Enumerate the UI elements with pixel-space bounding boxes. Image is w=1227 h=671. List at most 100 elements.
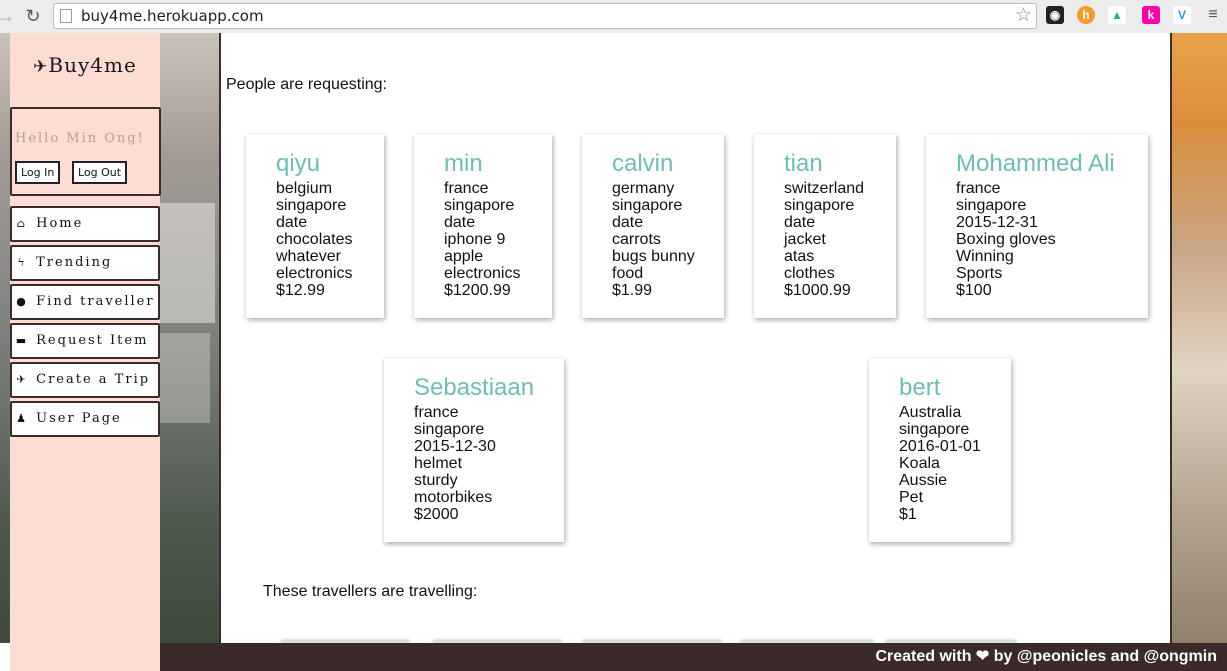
- request-card[interactable]: bert Australia singapore 2016-01-01 Koal…: [869, 358, 1011, 542]
- destination-country: singapore: [276, 197, 347, 214]
- request-date: 2016-01-01: [899, 438, 981, 455]
- destination-country: singapore: [414, 421, 485, 438]
- item-category: Sports: [956, 265, 1003, 282]
- sidebar-item-trending[interactable]: ϟ Trending Page: [10, 245, 160, 302]
- plane-icon: ✈: [33, 57, 49, 77]
- page-icon: [60, 9, 72, 23]
- item-description: whatever: [276, 248, 341, 265]
- item-price: $100: [956, 282, 992, 299]
- travellers-heading: These travellers are travelling:: [263, 583, 478, 600]
- owl-extension-icon[interactable]: ◉: [1046, 6, 1064, 24]
- login-button[interactable]: Log In: [15, 161, 61, 184]
- item-category: electronics: [444, 265, 521, 282]
- item-description: atas: [784, 248, 815, 265]
- vimeo-extension-icon[interactable]: V: [1173, 6, 1191, 24]
- request-card[interactable]: Sebastiaan france singapore 2015-12-30 h…: [384, 358, 564, 542]
- sidebar: ✈Buy4me Hello Min Ong! Log In Log Out ⌂ …: [10, 33, 161, 671]
- item-name: chocolates: [276, 231, 353, 248]
- item-name: Boxing gloves: [956, 231, 1056, 248]
- sidebar-item-find-traveller[interactable]: ● Find traveller: [10, 284, 160, 320]
- requests-heading: People are requesting:: [226, 76, 387, 93]
- bookmark-star-icon[interactable]: ☆: [1015, 4, 1032, 27]
- brand-name: Buy4me: [48, 53, 137, 77]
- destination-country: singapore: [956, 197, 1027, 214]
- sidebar-item-label: Create a Trip: [36, 372, 151, 387]
- item-price: $1200.99: [444, 282, 511, 299]
- item-category: food: [612, 265, 644, 282]
- item-category: motorbikes: [414, 489, 493, 506]
- requester-name[interactable]: calvin: [612, 150, 724, 178]
- sidebar-item-home[interactable]: ⌂ Home: [10, 206, 160, 242]
- item-price: $1000.99: [784, 282, 851, 299]
- item-description: Winning: [956, 248, 1014, 265]
- globe-icon: ●: [16, 295, 28, 308]
- sidebar-item-create-trip[interactable]: ✈ Create a Trip: [10, 362, 160, 398]
- user-panel: Hello Min Ong! Log In Log Out: [10, 107, 161, 196]
- sidebar-item-label: Request Item: [36, 333, 149, 348]
- item-name: helmet: [414, 455, 463, 472]
- item-description: Aussie: [899, 472, 948, 489]
- origin-country: france: [444, 180, 489, 197]
- requester-name[interactable]: Sebastiaan: [414, 374, 564, 402]
- main-content: People are requesting: qiyu belgium sing…: [219, 33, 1172, 643]
- k-extension-icon[interactable]: k: [1142, 6, 1160, 24]
- sidebar-item-label: Find traveller: [36, 294, 155, 309]
- origin-country: switzerland: [784, 180, 865, 197]
- request-card[interactable]: calvin germany singapore date carrots bu…: [582, 134, 724, 318]
- destination-country: singapore: [784, 197, 855, 214]
- item-description: sturdy: [414, 472, 458, 489]
- requester-name[interactable]: qiyu: [276, 150, 384, 178]
- item-description: apple: [444, 248, 484, 265]
- origin-country: belgium: [276, 180, 333, 197]
- item-price: $1.99: [612, 282, 653, 299]
- greeting-text: Hello Min Ong!: [15, 131, 145, 146]
- requester-name[interactable]: bert: [899, 374, 1011, 402]
- plane-icon: ✈: [16, 373, 28, 386]
- request-date: date: [276, 214, 308, 231]
- url-text: buy4me.herokuapp.com: [81, 7, 264, 25]
- requester-name[interactable]: min: [444, 150, 552, 178]
- address-bar[interactable]: buy4me.herokuapp.com ☆: [53, 3, 1037, 29]
- item-category: electronics: [276, 265, 353, 282]
- requester-name[interactable]: Mohammed Ali: [956, 150, 1148, 178]
- origin-country: france: [956, 180, 1001, 197]
- requester-name[interactable]: tian: [784, 150, 896, 178]
- menu-icon[interactable]: ≡: [1204, 6, 1222, 24]
- item-category: Pet: [899, 489, 924, 506]
- bolt-icon: ϟ: [17, 256, 27, 269]
- browser-toolbar: → ↻ buy4me.herokuapp.com ☆ ◉ h ▲ k V ≡: [0, 0, 1227, 34]
- item-name: Koala: [899, 455, 940, 472]
- item-name: iphone 9: [444, 231, 506, 248]
- request-card[interactable]: Mohammed Ali france singapore 2015-12-31…: [926, 134, 1148, 318]
- city-background-right: [1172, 33, 1227, 643]
- origin-country: Australia: [899, 404, 962, 421]
- sidebar-item-label: User Page: [36, 411, 122, 426]
- item-description: bugs bunny: [612, 248, 695, 265]
- request-card[interactable]: tian switzerland singapore date jacket a…: [754, 134, 896, 318]
- origin-country: germany: [612, 180, 675, 197]
- request-date: date: [444, 214, 476, 231]
- request-card[interactable]: min france singapore date iphone 9 apple…: [414, 134, 552, 318]
- item-price: $2000: [414, 506, 459, 523]
- item-price: $1: [899, 506, 917, 523]
- request-card[interactable]: qiyu belgium singapore date chocolates w…: [246, 134, 384, 318]
- request-date: date: [784, 214, 816, 231]
- user-icon: ♟: [16, 412, 28, 425]
- item-name: carrots: [612, 231, 661, 248]
- item-category: clothes: [784, 265, 835, 282]
- reload-icon[interactable]: ↻: [23, 6, 43, 26]
- item-name: jacket: [784, 231, 826, 248]
- shopping-bag-icon: ▬: [15, 334, 29, 347]
- footer-credits: Created with ❤ by @peonicles and @ongmin: [875, 648, 1217, 665]
- destination-country: singapore: [899, 421, 970, 438]
- origin-country: france: [414, 404, 459, 421]
- back-arrow-icon[interactable]: →: [0, 6, 16, 26]
- request-date: 2015-12-31: [956, 214, 1038, 231]
- drive-extension-icon[interactable]: ▲: [1108, 6, 1126, 24]
- logout-button[interactable]: Log Out: [72, 161, 128, 184]
- brand-logo[interactable]: ✈Buy4me: [10, 53, 160, 77]
- honey-extension-icon[interactable]: h: [1077, 6, 1095, 24]
- footer: Created with ❤ by @peonicles and @ongmin: [160, 643, 1227, 671]
- sidebar-item-user-page[interactable]: ♟ User Page: [10, 401, 160, 437]
- sidebar-item-request-item[interactable]: ▬ Request Item: [10, 323, 160, 359]
